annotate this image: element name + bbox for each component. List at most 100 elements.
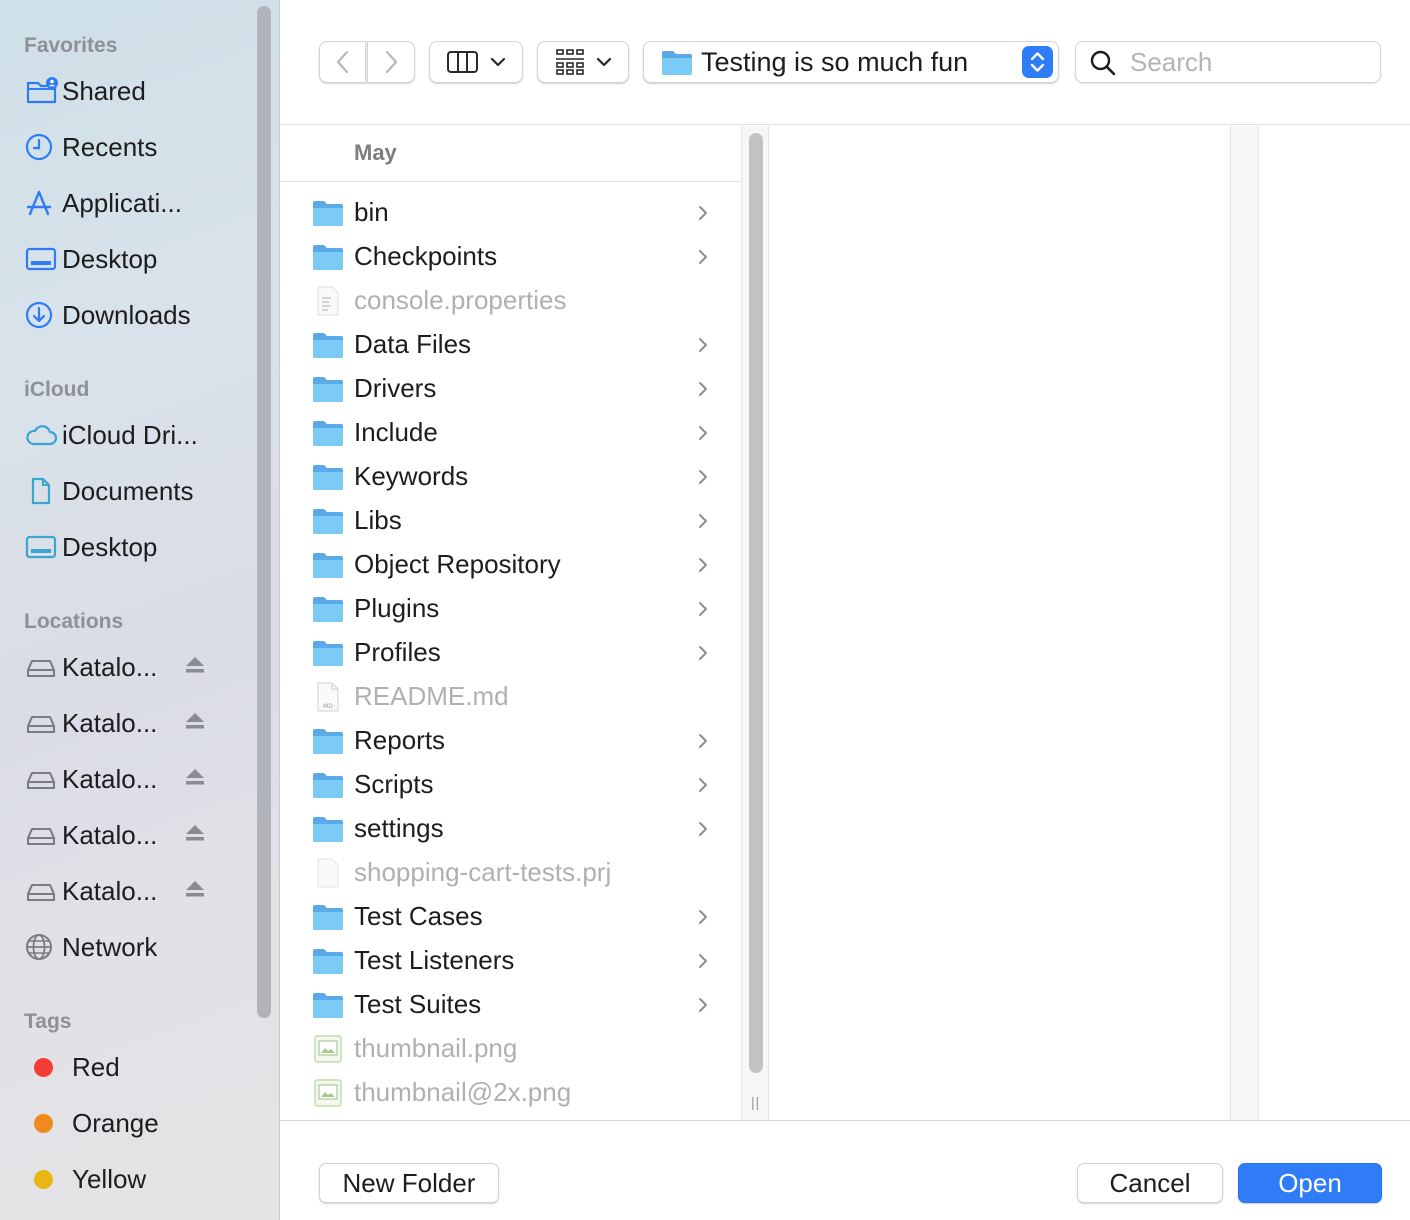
drive-icon [24, 707, 62, 739]
sidebar-scrollbar[interactable] [257, 6, 271, 1018]
item-name: Libs [354, 505, 402, 535]
sidebar-item-tag-red[interactable]: Red [24, 1045, 249, 1089]
sidebar-item-drive[interactable]: Katalo... [24, 757, 249, 801]
sidebar-item-label: Orange [72, 1107, 159, 1138]
folder-row[interactable]: Libs [280, 499, 741, 543]
item-name: Profiles [354, 637, 441, 667]
sidebar-item-tag-orange[interactable]: Orange [24, 1101, 249, 1145]
red-tag-icon [34, 1057, 53, 1077]
text-file-icon [312, 286, 344, 316]
cancel-button[interactable]: Cancel [1077, 1163, 1223, 1203]
location-popup[interactable]: Testing is so much fun [643, 41, 1059, 83]
file-row: MD README.md [280, 675, 741, 719]
sidebar-item-label: Katalo... [62, 819, 158, 850]
column-divider: || [741, 126, 769, 1120]
sidebar-item-label: Recents [62, 131, 158, 162]
eject-icon[interactable] [184, 879, 206, 904]
sidebar-item-shared[interactable]: Shared [24, 69, 249, 113]
item-name: Test Cases [354, 901, 483, 931]
sidebar-item-label: Network [62, 931, 158, 962]
forward-button[interactable] [367, 41, 415, 83]
eject-icon[interactable] [184, 655, 206, 680]
new-folder-button[interactable]: New Folder [319, 1163, 499, 1203]
sidebar-item-drive[interactable]: Katalo... [24, 701, 249, 745]
folder-icon [312, 770, 344, 800]
location-stepper[interactable] [1022, 46, 1053, 78]
search-input[interactable] [1130, 46, 1370, 78]
folder-row[interactable]: Drivers [280, 367, 741, 411]
folder-row[interactable]: Profiles [280, 631, 741, 675]
folder-icon [312, 374, 344, 404]
item-name: shopping-cart-tests.prj [354, 857, 612, 887]
sidebar-item-icloud-drive[interactable]: iCloud Dri... [24, 413, 249, 457]
group-by-button[interactable] [537, 41, 629, 83]
folder-row[interactable]: settings [280, 807, 741, 851]
chevron-right-icon [697, 467, 709, 492]
eject-icon[interactable] [184, 767, 206, 792]
folder-row[interactable]: Test Suites [280, 983, 741, 1027]
item-name: thumbnail@2x.png [354, 1077, 572, 1107]
up-down-chevron-icon [1030, 52, 1045, 72]
folder-icon [312, 550, 344, 580]
desktop-icon [24, 531, 62, 563]
folder-row[interactable]: Plugins [280, 587, 741, 631]
column-scrollbar[interactable] [749, 133, 763, 1073]
search-field[interactable] [1075, 41, 1381, 83]
sidebar-item-desktop[interactable]: Desktop [24, 237, 249, 281]
folder-row[interactable]: Scripts [280, 763, 741, 807]
folder-row[interactable]: Data Files [280, 323, 741, 367]
sidebar-item-drive[interactable]: Katalo... [24, 869, 249, 913]
eject-icon[interactable] [184, 711, 206, 736]
image-file-icon [312, 1034, 344, 1064]
file-row: thumbnail@2x.png [280, 1071, 741, 1115]
sidebar-item-drive[interactable]: Katalo... [24, 645, 249, 689]
section-tags: Tags [24, 1010, 72, 1033]
sidebar-item-applications[interactable]: Applicati... [24, 181, 249, 225]
sidebar-item-tag-yellow[interactable]: Yellow [24, 1157, 249, 1201]
yellow-tag-icon [34, 1169, 53, 1189]
folder-row[interactable]: Include [280, 411, 741, 455]
item-name: Keywords [354, 461, 469, 491]
sidebar-item-documents[interactable]: Documents [24, 469, 249, 513]
open-button[interactable]: Open [1238, 1163, 1382, 1203]
back-button[interactable] [319, 41, 366, 83]
chevron-right-icon [697, 951, 709, 976]
folder-row[interactable]: Checkpoints [280, 235, 741, 279]
folder-row[interactable]: Object Repository [280, 543, 741, 587]
item-name: Object Repository [354, 549, 561, 579]
item-name: Reports [354, 725, 446, 755]
chevron-right-icon [697, 203, 709, 228]
grid-group-icon [556, 49, 584, 75]
chevron-right-icon [697, 819, 709, 844]
folder-row[interactable]: Test Listeners [280, 939, 741, 983]
eject-icon[interactable] [184, 823, 206, 848]
sidebar-item-label: Katalo... [62, 707, 158, 738]
folder-icon [312, 462, 344, 492]
file-row: thumbnail.png [280, 1027, 741, 1071]
chevron-left-icon [336, 50, 348, 74]
item-name: Drivers [354, 373, 437, 403]
preview-column [769, 126, 1230, 1120]
item-name: Checkpoints [354, 241, 498, 271]
chevron-right-icon [697, 643, 709, 668]
column-divider [1230, 126, 1259, 1120]
folder-row[interactable]: Test Cases [280, 895, 741, 939]
item-name: Plugins [354, 593, 440, 623]
folder-row[interactable]: Keywords [280, 455, 741, 499]
sidebar-item-recents[interactable]: Recents [24, 125, 249, 169]
drive-icon [24, 763, 62, 795]
sidebar-item-network[interactable]: Network [24, 925, 249, 969]
folder-row[interactable]: Reports [280, 719, 741, 763]
chevron-right-icon [697, 599, 709, 624]
item-name: Test Suites [354, 989, 482, 1019]
folder-row[interactable]: bin [280, 191, 741, 235]
sidebar-item-label: Documents [62, 475, 194, 506]
view-mode-button[interactable] [429, 41, 523, 83]
sidebar-item-icloud-desktop[interactable]: Desktop [24, 525, 249, 569]
item-name: Include [354, 417, 438, 447]
column-resize-handle[interactable]: || [751, 1094, 760, 1110]
orange-tag-icon [34, 1113, 53, 1133]
footer-bar: New Folder Cancel Open [280, 1120, 1410, 1220]
sidebar-item-drive[interactable]: Katalo... [24, 813, 249, 857]
sidebar-item-downloads[interactable]: Downloads [24, 293, 249, 337]
